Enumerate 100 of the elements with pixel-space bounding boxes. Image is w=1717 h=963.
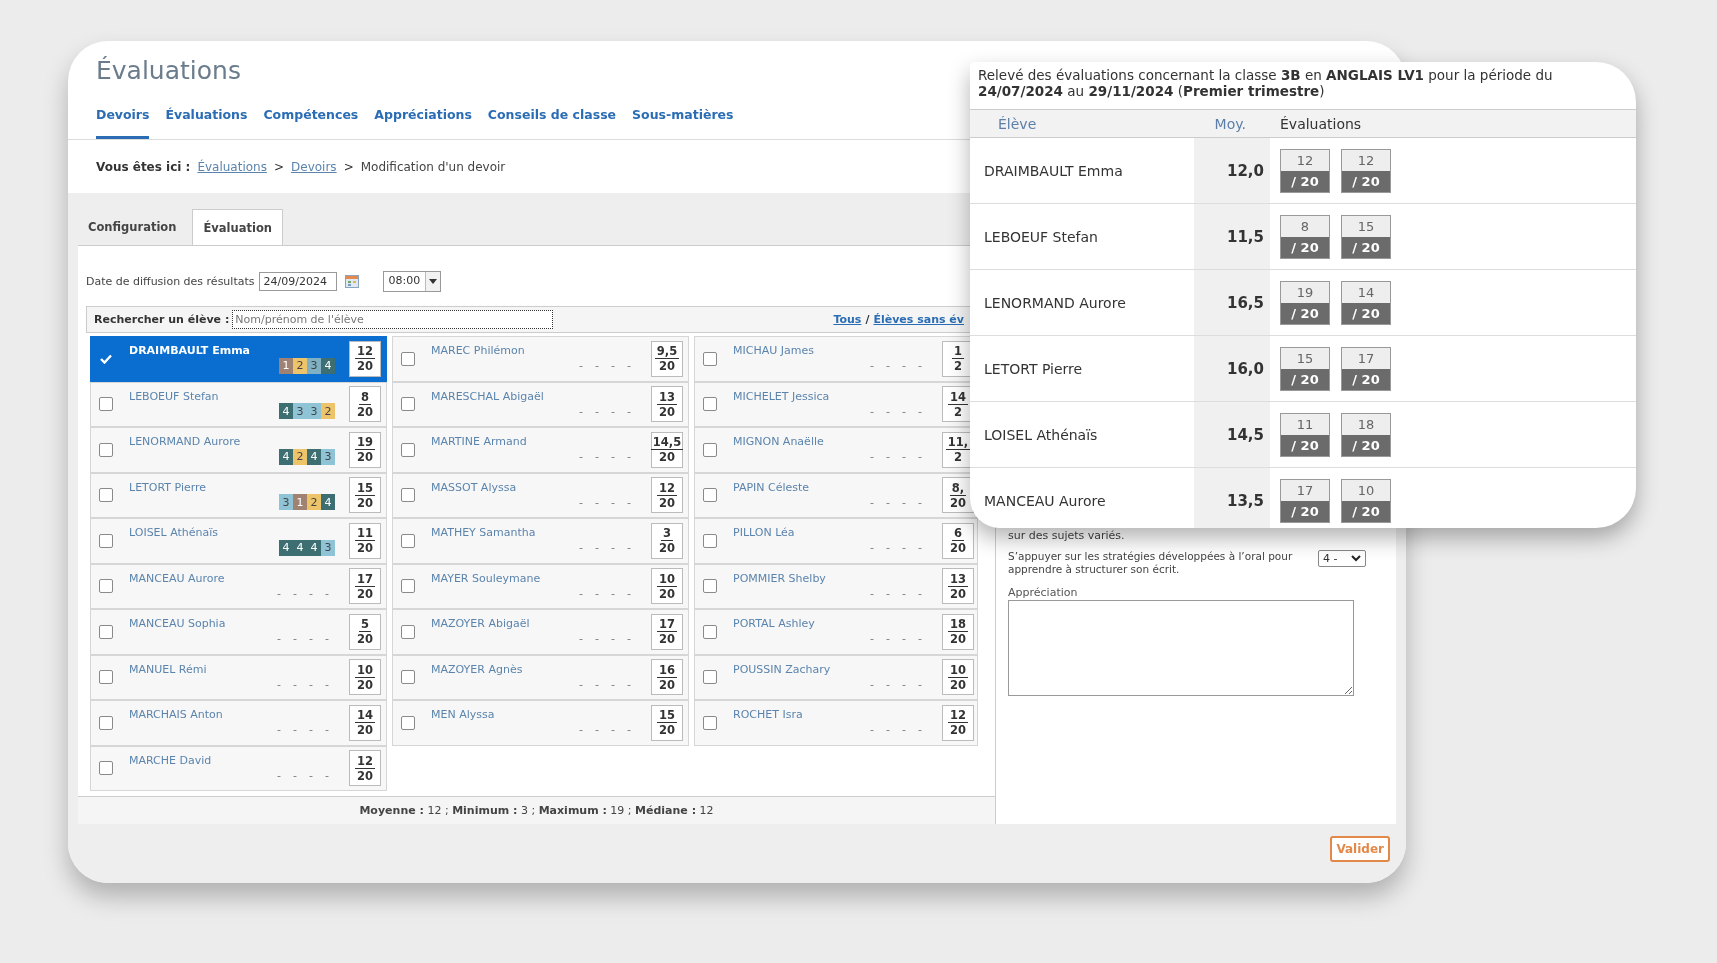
skill-placeholder[interactable]: - [319, 586, 335, 600]
submit-button[interactable]: Valider [1330, 836, 1390, 862]
skill-placeholder[interactable]: - [912, 632, 928, 646]
skill-level[interactable]: 4 [279, 403, 293, 420]
checkbox[interactable] [99, 624, 113, 639]
skill-placeholder[interactable]: - [912, 495, 928, 509]
skill-placeholder[interactable]: - [287, 768, 303, 782]
skill-placeholder[interactable]: - [880, 450, 896, 464]
skill-level[interactable]: 3 [279, 494, 293, 511]
grade-field[interactable]: 15 20 [349, 477, 381, 514]
skill-placeholder[interactable]: - [287, 723, 303, 737]
column-header[interactable]: Élève [970, 115, 1194, 132]
grade-field[interactable]: 12 20 [349, 750, 381, 787]
student-name[interactable]: MAZOYER Agnès [431, 662, 567, 676]
skill-level[interactable]: 3 [321, 448, 335, 465]
skill-placeholder[interactable]: - [880, 404, 896, 418]
checkbox[interactable] [99, 397, 113, 412]
skill-placeholder[interactable]: - [864, 404, 880, 418]
skill-level[interactable]: 2 [321, 403, 335, 420]
skill-placeholder[interactable]: - [287, 632, 303, 646]
grade-field[interactable]: 16 20 [651, 659, 683, 696]
skill-placeholder[interactable]: - [912, 404, 928, 418]
student-name[interactable]: LETORT Pierre [129, 480, 273, 494]
student-card[interactable]: PAPIN Céleste - - - - 8, 20 [694, 472, 978, 518]
skill-placeholder[interactable]: - [880, 632, 896, 646]
checkbox[interactable] [703, 624, 717, 639]
search-field[interactable]: Nom/prénom de l'élève [232, 310, 554, 329]
student-name[interactable]: POMMIER Shelby [733, 571, 858, 585]
grade-field[interactable]: 9,5 20 [651, 340, 683, 377]
grade-field[interactable]: 12 20 [942, 704, 974, 741]
skill-placeholder[interactable]: - [573, 541, 589, 555]
checkbox[interactable] [401, 351, 415, 366]
skill-placeholder[interactable]: - [912, 450, 928, 464]
skill-placeholder[interactable]: - [605, 495, 621, 509]
tab[interactable]: Configuration [78, 209, 187, 245]
student-card[interactable]: MAZOYER Agnès - - - - 16 20 [392, 654, 689, 700]
tab[interactable]: Évaluation [192, 209, 283, 245]
skill-level[interactable]: 4 [279, 448, 293, 465]
student-card[interactable]: POUSSIN Zachary - - - - 10 20 [694, 654, 978, 700]
grade-field[interactable]: 14 20 [349, 704, 381, 741]
skill-placeholder[interactable]: - [621, 677, 637, 691]
skill-placeholder[interactable]: - [864, 586, 880, 600]
skill-placeholder[interactable]: - [880, 677, 896, 691]
student-card[interactable]: MAYER Souleymane - - - - 10 20 [392, 563, 689, 609]
skill-placeholder[interactable]: - [573, 495, 589, 509]
breadcrumb-link[interactable]: Devoirs [291, 160, 337, 174]
skill-level[interactable]: 1 [293, 494, 307, 511]
skill-placeholder[interactable]: - [912, 586, 928, 600]
checkbox[interactable] [703, 715, 717, 730]
student-name[interactable]: PAPIN Céleste [733, 480, 858, 494]
student-name[interactable]: MAREC Philémon [431, 344, 567, 357]
student-card[interactable]: MATHEY Samantha - - - - 3 20 [392, 518, 689, 564]
skill-placeholder[interactable]: - [605, 632, 621, 646]
student-name[interactable]: MICHELET Jessica [733, 389, 858, 403]
student-name[interactable]: PORTAL Ashley [733, 617, 858, 630]
skill-placeholder[interactable]: - [319, 632, 335, 646]
skill-placeholder[interactable]: - [303, 586, 319, 600]
checkbox[interactable] [703, 442, 717, 457]
skill-placeholder[interactable]: - [621, 586, 637, 600]
skill-placeholder[interactable]: - [589, 586, 605, 600]
filter-link[interactable]: Élèves sans év [873, 313, 964, 326]
student-name[interactable]: ROCHET Isra [733, 708, 858, 721]
student-name[interactable]: PILLON Léa [733, 526, 858, 539]
checkbox[interactable] [99, 715, 113, 730]
student-name[interactable]: LENORMAND Aurore [129, 435, 273, 448]
skill-level[interactable]: 2 [307, 494, 321, 511]
student-name[interactable]: MICHAU James [733, 344, 858, 357]
skill-placeholder[interactable]: - [271, 677, 287, 691]
student-card[interactable]: ROCHET Isra - - - - 12 20 [694, 700, 978, 746]
skill-level[interactable]: 2 [293, 357, 307, 374]
student-name[interactable]: MARCHAIS Anton [129, 708, 265, 721]
skill-placeholder[interactable]: - [896, 632, 912, 646]
skill-placeholder[interactable]: - [864, 677, 880, 691]
student-name[interactable]: MAYER Souleymane [431, 571, 567, 585]
skill-level[interactable]: 3 [293, 403, 307, 420]
skill-level[interactable]: 4 [321, 494, 335, 511]
student-name[interactable]: MASSOT Alyssa [431, 480, 567, 494]
nav-tab[interactable]: Sous-matières [632, 107, 734, 139]
skill-placeholder[interactable]: - [589, 495, 605, 509]
student-card[interactable]: MARCHAIS Anton - - - - 14 20 [90, 700, 387, 746]
student-name[interactable]: MARTINE Armand [431, 435, 567, 448]
skill-placeholder[interactable]: - [589, 359, 605, 373]
filter-link[interactable]: Tous [833, 313, 862, 326]
skill-placeholder[interactable]: - [621, 541, 637, 555]
skill-placeholder[interactable]: - [319, 677, 335, 691]
grade-field[interactable]: 17 20 [349, 568, 381, 605]
checkbox[interactable] [703, 533, 717, 548]
skill-placeholder[interactable]: - [605, 723, 621, 737]
grade-field[interactable]: 12 20 [349, 340, 381, 377]
skill-placeholder[interactable]: - [573, 359, 589, 373]
skill-placeholder[interactable]: - [880, 541, 896, 555]
student-name[interactable]: MIGNON Anaëlle [733, 435, 858, 448]
skill-placeholder[interactable]: - [864, 359, 880, 373]
skill-placeholder[interactable]: - [319, 768, 335, 782]
checkbox[interactable] [99, 761, 113, 776]
skill-level[interactable]: 4 [321, 357, 335, 374]
skill-placeholder[interactable]: - [621, 359, 637, 373]
comment-field[interactable] [1008, 600, 1354, 696]
skill-placeholder[interactable]: - [303, 632, 319, 646]
student-card[interactable]: MANUEL Rémi - - - - 10 20 [90, 654, 387, 700]
